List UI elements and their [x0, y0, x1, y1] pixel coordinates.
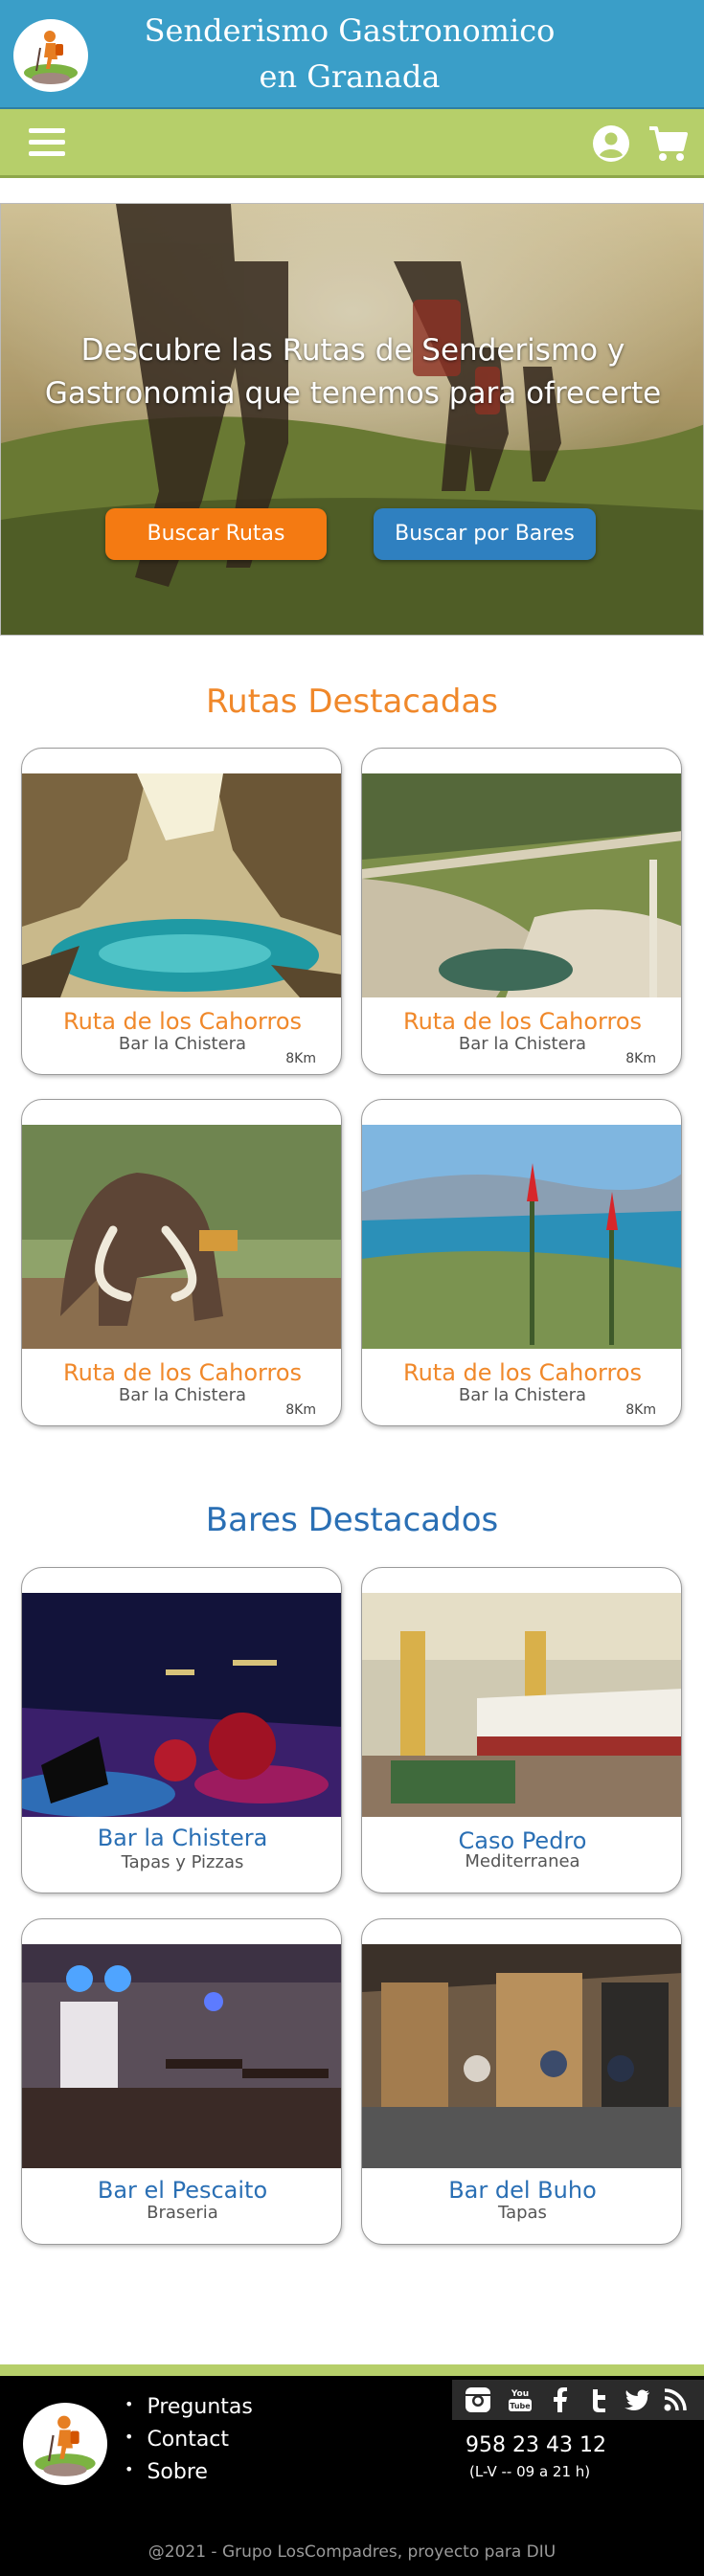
- hiker-logo[interactable]: [13, 19, 88, 92]
- bar-photo-stage: [22, 1593, 341, 1817]
- route-card[interactable]: Ruta de los Cahorros Bar la Chistera 8Km: [21, 748, 342, 1075]
- bar-photo-dining: [22, 1944, 341, 2168]
- social-bar: You Tube: [452, 2380, 704, 2420]
- footer-link-sobre[interactable]: Sobre: [125, 2456, 253, 2489]
- cart-icon[interactable]: [647, 123, 690, 165]
- route-distance: 8Km: [625, 1402, 656, 1418]
- hikers-photo: [1, 204, 703, 635]
- route-distance: 8Km: [285, 1051, 316, 1066]
- route-photo-lake: [362, 1125, 681, 1349]
- route-photo-canyon: [22, 773, 341, 997]
- site-header: Senderismo Gastronomico en Granada: [0, 0, 704, 109]
- site-title-line2: en Granada: [259, 58, 441, 95]
- search-routes-button[interactable]: Buscar Rutas: [105, 508, 327, 560]
- route-name: Ruta de los Cahorros: [63, 1008, 302, 1035]
- bar-photo-interior: [362, 1593, 681, 1817]
- bar-card[interactable]: Caso Pedro Mediterranea: [361, 1567, 682, 1893]
- hero-headline-line1: Descubre las Rutas de Senderismo y: [80, 333, 625, 368]
- route-distance: 8Km: [625, 1051, 656, 1066]
- bar-type: Braseria: [147, 2203, 218, 2223]
- site-footer: Preguntas Contact Sobre You Tube 958 23 4…: [0, 2364, 704, 2576]
- route-distance: 8Km: [285, 1402, 316, 1418]
- footer-hiker-logo[interactable]: [23, 2403, 107, 2485]
- bar-card[interactable]: Bar el Pescaito Braseria: [21, 1918, 342, 2245]
- footer-links: Preguntas Contact Sobre: [125, 2391, 253, 2489]
- route-card[interactable]: Ruta de los Cahorros Bar la Chistera 8Km: [21, 1099, 342, 1426]
- svg-text:You: You: [511, 2389, 529, 2399]
- footer-link-contact[interactable]: Contact: [125, 2424, 253, 2456]
- route-photo-mammoth: [22, 1125, 341, 1349]
- account-icon[interactable]: [592, 124, 630, 163]
- bar-name: Bar del Buho: [448, 2177, 597, 2204]
- bar-type: Tapas: [498, 2203, 547, 2223]
- nav-bar: [0, 109, 704, 178]
- svg-text:Tube: Tube: [510, 2402, 531, 2410]
- bar-name: Bar el Pescaito: [97, 2177, 268, 2204]
- route-name: Ruta de los Cahorros: [403, 1359, 642, 1386]
- bar-card[interactable]: Bar del Buho Tapas: [361, 1918, 682, 2245]
- bar-photo-terrace: [362, 1944, 681, 2168]
- facebook-icon[interactable]: [546, 2386, 575, 2414]
- youtube-icon[interactable]: You Tube: [506, 2386, 534, 2414]
- route-name: Ruta de los Cahorros: [403, 1008, 642, 1035]
- copyright-text: @2021 - Grupo LosCompadres, proyecto par…: [148, 2542, 556, 2562]
- opening-hours: (L-V -- 09 a 21 h): [469, 2463, 591, 2480]
- bar-type: Mediterranea: [465, 1851, 580, 1871]
- rss-icon[interactable]: [661, 2386, 690, 2414]
- bar-type: Tapas y Pizzas: [121, 1852, 244, 1872]
- bar-name: Bar la Chistera: [97, 1825, 268, 1851]
- hero-banner: Descubre las Rutas de Senderismo y Gastr…: [0, 203, 704, 636]
- featured-routes-title: Rutas Destacadas: [206, 683, 498, 721]
- route-photo-bridge: [362, 773, 681, 997]
- twitter-icon[interactable]: [623, 2386, 651, 2414]
- hero-headline-line2: Gastronomia que tenemos para ofrecerte: [44, 376, 662, 411]
- menu-icon[interactable]: [29, 123, 67, 161]
- instagram-icon[interactable]: [464, 2386, 492, 2414]
- tuenti-icon[interactable]: [584, 2386, 613, 2414]
- footer-link-preguntas[interactable]: Preguntas: [125, 2391, 252, 2424]
- route-card[interactable]: Ruta de los Cahorros Bar la Chistera 8Km: [361, 748, 682, 1075]
- site-title-line1: Senderismo Gastronomico: [144, 12, 556, 49]
- footer-divider: [0, 2364, 704, 2376]
- search-bars-button[interactable]: Buscar por Bares: [374, 508, 596, 560]
- route-name: Ruta de los Cahorros: [63, 1359, 302, 1386]
- route-card[interactable]: Ruta de los Cahorros Bar la Chistera 8Km: [361, 1099, 682, 1426]
- contact-phone[interactable]: 958 23 43 12: [466, 2431, 606, 2460]
- featured-bars-title: Bares Destacados: [205, 1501, 499, 1539]
- bar-card[interactable]: Bar la Chistera Tapas y Pizzas: [21, 1567, 342, 1893]
